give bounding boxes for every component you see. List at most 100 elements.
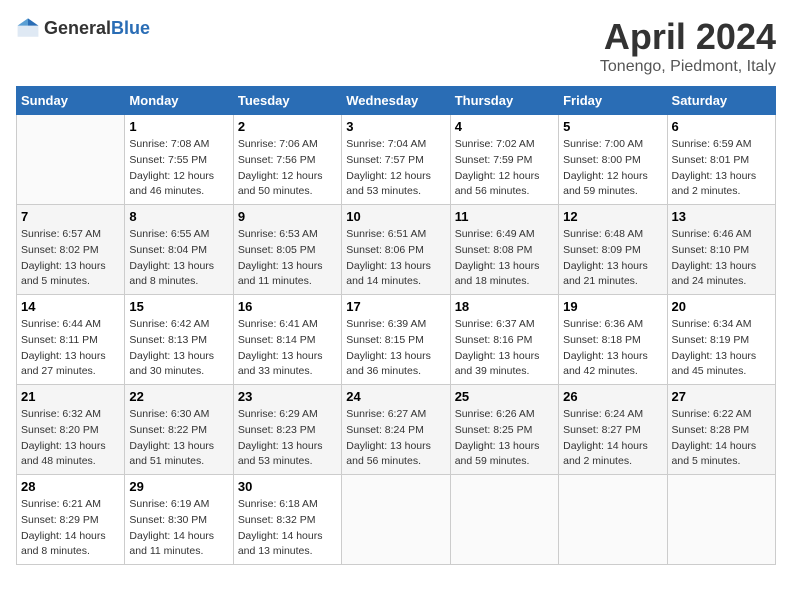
calendar-cell: 17 Sunrise: 6:39 AMSunset: 8:15 PMDayligh… <box>342 295 450 385</box>
day-number: 8 <box>129 209 228 224</box>
day-number: 29 <box>129 479 228 494</box>
day-info: Sunrise: 6:18 AMSunset: 8:32 PMDaylight:… <box>238 497 337 560</box>
day-number: 2 <box>238 119 337 134</box>
title-area: April 2024 Tonengo, Piedmont, Italy <box>600 16 776 76</box>
day-number: 14 <box>21 299 120 314</box>
day-number: 5 <box>563 119 662 134</box>
day-number: 20 <box>672 299 771 314</box>
day-number: 4 <box>455 119 554 134</box>
weekday-header-thursday: Thursday <box>450 87 558 115</box>
week-row-3: 14 Sunrise: 6:44 AMSunset: 8:11 PMDayligh… <box>17 295 776 385</box>
calendar-cell: 27Sunrise: 6:22 AMSunset: 8:28 PMDayligh… <box>667 385 775 475</box>
day-number: 1 <box>129 119 228 134</box>
weekday-header-monday: Monday <box>125 87 233 115</box>
calendar-cell <box>450 475 558 565</box>
weekday-header-wednesday: Wednesday <box>342 87 450 115</box>
week-row-2: 7 Sunrise: 6:57 AMSunset: 8:02 PMDaylight… <box>17 205 776 295</box>
calendar-cell <box>559 475 667 565</box>
day-info: Sunrise: 6:29 AMSunset: 8:23 PMDaylight:… <box>238 407 337 470</box>
day-info: Sunrise: 6:55 AMSunset: 8:04 PMDaylight:… <box>129 227 228 290</box>
day-info: Sunrise: 6:32 AMSunset: 8:20 PMDaylight:… <box>21 407 120 470</box>
calendar-table: SundayMondayTuesdayWednesdayThursdayFrid… <box>16 86 776 565</box>
day-info: Sunrise: 6:30 AMSunset: 8:22 PMDaylight:… <box>129 407 228 470</box>
calendar-cell <box>17 115 125 205</box>
calendar-cell: 14 Sunrise: 6:44 AMSunset: 8:11 PMDayligh… <box>17 295 125 385</box>
calendar-cell: 23Sunrise: 6:29 AMSunset: 8:23 PMDayligh… <box>233 385 341 475</box>
day-info: Sunrise: 6:59 AMSunset: 8:01 PMDaylight:… <box>672 137 771 200</box>
day-info: Sunrise: 6:34 AMSunset: 8:19 PMDaylight:… <box>672 317 771 380</box>
calendar-cell: 26 Sunrise: 6:24 AMSunset: 8:27 PMDayligh… <box>559 385 667 475</box>
calendar-cell: 13 Sunrise: 6:46 AMSunset: 8:10 PMDayligh… <box>667 205 775 295</box>
calendar-cell: 30 Sunrise: 6:18 AMSunset: 8:32 PMDayligh… <box>233 475 341 565</box>
day-number: 26 <box>563 389 662 404</box>
calendar-cell: 2 Sunrise: 7:06 AMSunset: 7:56 PMDaylight… <box>233 115 341 205</box>
day-info: Sunrise: 6:42 AMSunset: 8:13 PMDaylight:… <box>129 317 228 380</box>
week-row-4: 21Sunrise: 6:32 AMSunset: 8:20 PMDayligh… <box>17 385 776 475</box>
day-number: 12 <box>563 209 662 224</box>
calendar-cell: 18Sunrise: 6:37 AMSunset: 8:16 PMDayligh… <box>450 295 558 385</box>
logo-icon <box>16 16 40 40</box>
weekday-header-tuesday: Tuesday <box>233 87 341 115</box>
logo-general: General <box>44 18 111 38</box>
day-number: 6 <box>672 119 771 134</box>
day-info: Sunrise: 6:57 AMSunset: 8:02 PMDaylight:… <box>21 227 120 290</box>
calendar-cell: 12 Sunrise: 6:48 AMSunset: 8:09 PMDayligh… <box>559 205 667 295</box>
day-info: Sunrise: 6:19 AMSunset: 8:30 PMDaylight:… <box>129 497 228 560</box>
calendar-cell: 19Sunrise: 6:36 AMSunset: 8:18 PMDayligh… <box>559 295 667 385</box>
day-info: Sunrise: 6:44 AMSunset: 8:11 PMDaylight:… <box>21 317 120 380</box>
day-info: Sunrise: 6:27 AMSunset: 8:24 PMDaylight:… <box>346 407 445 470</box>
day-info: Sunrise: 6:37 AMSunset: 8:16 PMDaylight:… <box>455 317 554 380</box>
day-info: Sunrise: 6:21 AMSunset: 8:29 PMDaylight:… <box>21 497 120 560</box>
day-number: 27 <box>672 389 771 404</box>
calendar-cell: 21Sunrise: 6:32 AMSunset: 8:20 PMDayligh… <box>17 385 125 475</box>
day-info: Sunrise: 6:36 AMSunset: 8:18 PMDaylight:… <box>563 317 662 380</box>
day-info: Sunrise: 7:04 AMSunset: 7:57 PMDaylight:… <box>346 137 445 200</box>
calendar-cell: 5 Sunrise: 7:00 AMSunset: 8:00 PMDaylight… <box>559 115 667 205</box>
calendar-cell: 25Sunrise: 6:26 AMSunset: 8:25 PMDayligh… <box>450 385 558 475</box>
day-number: 17 <box>346 299 445 314</box>
calendar-cell <box>342 475 450 565</box>
day-info: Sunrise: 7:06 AMSunset: 7:56 PMDaylight:… <box>238 137 337 200</box>
day-number: 11 <box>455 209 554 224</box>
day-number: 22 <box>129 389 228 404</box>
day-info: Sunrise: 6:24 AMSunset: 8:27 PMDaylight:… <box>563 407 662 470</box>
calendar-cell: 29 Sunrise: 6:19 AMSunset: 8:30 PMDayligh… <box>125 475 233 565</box>
calendar-cell: 9 Sunrise: 6:53 AMSunset: 8:05 PMDaylight… <box>233 205 341 295</box>
calendar-cell: 7 Sunrise: 6:57 AMSunset: 8:02 PMDaylight… <box>17 205 125 295</box>
day-number: 9 <box>238 209 337 224</box>
weekday-header-row: SundayMondayTuesdayWednesdayThursdayFrid… <box>17 87 776 115</box>
day-number: 28 <box>21 479 120 494</box>
weekday-header-friday: Friday <box>559 87 667 115</box>
day-number: 3 <box>346 119 445 134</box>
calendar-cell: 4Sunrise: 7:02 AMSunset: 7:59 PMDaylight… <box>450 115 558 205</box>
calendar-cell: 3 Sunrise: 7:04 AMSunset: 7:57 PMDaylight… <box>342 115 450 205</box>
calendar-cell: 1Sunrise: 7:08 AMSunset: 7:55 PMDaylight… <box>125 115 233 205</box>
day-info: Sunrise: 6:46 AMSunset: 8:10 PMDaylight:… <box>672 227 771 290</box>
day-info: Sunrise: 6:39 AMSunset: 8:15 PMDaylight:… <box>346 317 445 380</box>
calendar-cell: 16Sunrise: 6:41 AMSunset: 8:14 PMDayligh… <box>233 295 341 385</box>
weekday-header-saturday: Saturday <box>667 87 775 115</box>
day-info: Sunrise: 6:48 AMSunset: 8:09 PMDaylight:… <box>563 227 662 290</box>
day-number: 15 <box>129 299 228 314</box>
calendar-body: 1Sunrise: 7:08 AMSunset: 7:55 PMDaylight… <box>17 115 776 565</box>
day-number: 10 <box>346 209 445 224</box>
calendar-cell: 15 Sunrise: 6:42 AMSunset: 8:13 PMDayligh… <box>125 295 233 385</box>
day-info: Sunrise: 6:49 AMSunset: 8:08 PMDaylight:… <box>455 227 554 290</box>
weekday-header-sunday: Sunday <box>17 87 125 115</box>
calendar-subtitle: Tonengo, Piedmont, Italy <box>600 58 776 76</box>
calendar-cell: 22 Sunrise: 6:30 AMSunset: 8:22 PMDayligh… <box>125 385 233 475</box>
day-info: Sunrise: 6:26 AMSunset: 8:25 PMDaylight:… <box>455 407 554 470</box>
day-info: Sunrise: 6:51 AMSunset: 8:06 PMDaylight:… <box>346 227 445 290</box>
day-number: 16 <box>238 299 337 314</box>
day-number: 7 <box>21 209 120 224</box>
calendar-cell: 6 Sunrise: 6:59 AMSunset: 8:01 PMDaylight… <box>667 115 775 205</box>
day-number: 13 <box>672 209 771 224</box>
day-info: Sunrise: 7:00 AMSunset: 8:00 PMDaylight:… <box>563 137 662 200</box>
day-info: Sunrise: 6:53 AMSunset: 8:05 PMDaylight:… <box>238 227 337 290</box>
header: GeneralBlue April 2024 Tonengo, Piedmont… <box>16 16 776 76</box>
logo-blue: Blue <box>111 18 150 38</box>
day-number: 30 <box>238 479 337 494</box>
calendar-cell <box>667 475 775 565</box>
calendar-cell: 10 Sunrise: 6:51 AMSunset: 8:06 PMDayligh… <box>342 205 450 295</box>
day-number: 24 <box>346 389 445 404</box>
